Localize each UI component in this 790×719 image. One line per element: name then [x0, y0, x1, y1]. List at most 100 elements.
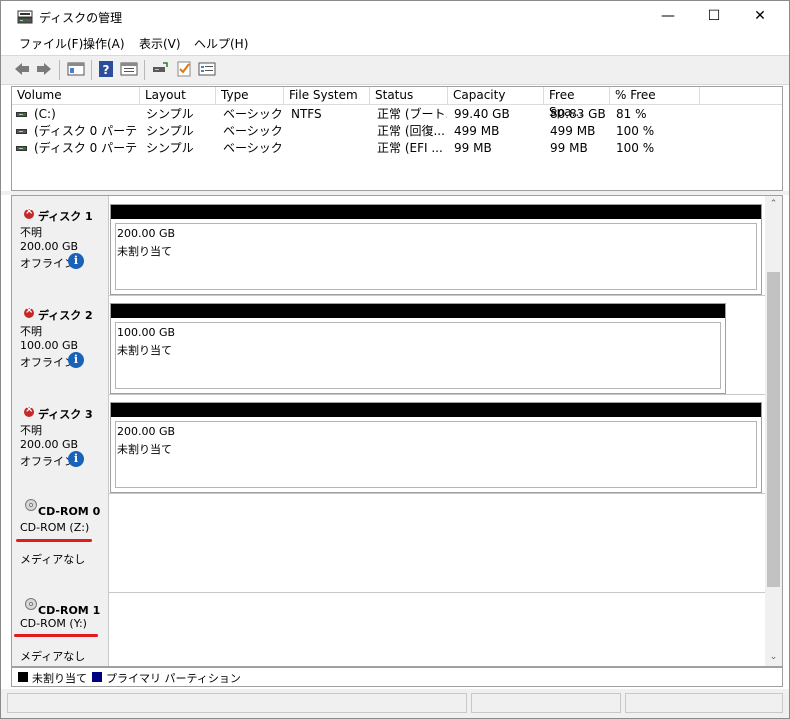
- menu-bar: ファイル(F) 操作(A) 表示(V) ヘルプ(H): [1, 33, 789, 53]
- volume-percent-free: 100 %: [616, 141, 655, 155]
- disk-row[interactable]: ディスク 3 不明 200.00 GB オフライン i 200.00 GB 未割…: [12, 394, 765, 494]
- cdrom-row[interactable]: CD-ROM 1 CD-ROM (Y:) メディアなし: [12, 592, 765, 666]
- column-header-free-space[interactable]: Free Spa...: [544, 87, 610, 119]
- volume-file-system: NTFS: [291, 107, 322, 121]
- cdrom-row[interactable]: CD-ROM 0 CD-ROM (Z:) メディアなし: [12, 493, 765, 593]
- unallocated-partition[interactable]: 200.00 GB 未割り当て: [110, 204, 762, 295]
- info-icon[interactable]: i: [68, 352, 84, 368]
- volume-name: (ディスク 0 パーティシ...: [34, 124, 138, 138]
- disk-type: 不明: [20, 325, 42, 338]
- title-bar[interactable]: ディスクの管理 — ☐ ✕: [1, 1, 789, 33]
- disk-name: ディスク 3: [38, 408, 93, 421]
- minimize-button[interactable]: —: [645, 1, 691, 33]
- cdrom-label-panel[interactable]: CD-ROM 1 CD-ROM (Y:) メディアなし: [12, 592, 109, 666]
- partition-type: 未割り当て: [117, 245, 172, 258]
- disk-state: オフライン: [20, 356, 75, 369]
- disk-label-panel[interactable]: ディスク 2 不明 100.00 GB オフライン i: [12, 295, 109, 394]
- volume-status: 正常 (ブート...: [377, 107, 447, 121]
- red-underline-annotation: [14, 634, 98, 637]
- cd-rom-icon: [25, 598, 37, 610]
- partition-size: 200.00 GB: [117, 227, 176, 240]
- menu-help[interactable]: ヘルプ(H): [194, 35, 248, 52]
- cdrom-label-panel[interactable]: CD-ROM 0 CD-ROM (Z:) メディアなし: [12, 493, 109, 592]
- legend-swatch-primary: [92, 672, 102, 682]
- partition-color-bar: [111, 205, 761, 219]
- info-icon[interactable]: i: [68, 451, 84, 467]
- toolbar-separator: [91, 60, 92, 80]
- volume-type: ベーシック: [223, 124, 283, 138]
- back-arrow-icon[interactable]: [13, 60, 31, 78]
- partition-size: 200.00 GB: [117, 425, 176, 438]
- column-header-type[interactable]: Type: [216, 87, 284, 104]
- disk-management-window: ディスクの管理 — ☐ ✕ ファイル(F) 操作(A) 表示(V) ヘルプ(H)…: [0, 0, 790, 719]
- column-header-file-system[interactable]: File System: [284, 87, 370, 104]
- column-header-percent-free[interactable]: % Free: [610, 87, 700, 104]
- maximize-button[interactable]: ☐: [691, 1, 737, 33]
- disk-row[interactable]: ディスク 1 不明 200.00 GB オフライン i 200.00 GB 未割…: [12, 196, 765, 296]
- cdrom-drive-letter: CD-ROM (Y:): [20, 617, 87, 630]
- menu-file[interactable]: ファイル(F): [19, 35, 83, 52]
- status-pane-2: [471, 693, 621, 713]
- cd-rom-icon: [25, 499, 37, 511]
- column-header-volume[interactable]: Volume: [12, 87, 140, 104]
- volume-type: ベーシック: [223, 107, 283, 121]
- cdrom-name: CD-ROM 1: [38, 604, 101, 617]
- volume-layout: シンプル: [146, 141, 194, 155]
- unallocated-partition[interactable]: 200.00 GB 未割り当て: [110, 402, 762, 493]
- unallocated-partition[interactable]: 100.00 GB 未割り当て: [110, 303, 726, 394]
- cdrom-drive-letter: CD-ROM (Z:): [20, 521, 90, 534]
- menu-view[interactable]: 表示(V): [139, 35, 181, 52]
- status-bar: [1, 689, 789, 718]
- disk-row[interactable]: ディスク 2 不明 100.00 GB オフライン i 100.00 GB 未割…: [12, 295, 765, 395]
- partition-frame: [115, 322, 721, 389]
- disk-management-app-icon: [17, 10, 33, 24]
- check-icon[interactable]: [175, 60, 193, 78]
- list-icon[interactable]: [198, 60, 216, 78]
- volume-layout: シンプル: [146, 124, 194, 138]
- volume-type: ベーシック: [223, 141, 283, 155]
- volume-status: 正常 (回復...: [377, 124, 445, 138]
- menu-action[interactable]: 操作(A): [83, 35, 125, 52]
- disk-size: 100.00 GB: [20, 339, 79, 352]
- info-icon[interactable]: i: [68, 253, 84, 269]
- forward-arrow-icon[interactable]: [35, 60, 53, 78]
- legend-swatch-unallocated: [18, 672, 28, 682]
- scroll-down-icon[interactable]: ⌄: [765, 649, 782, 666]
- disk-state: オフライン: [20, 455, 75, 468]
- column-header-layout[interactable]: Layout: [140, 87, 216, 104]
- connect-icon[interactable]: [151, 60, 169, 78]
- console-tree-icon[interactable]: [67, 60, 85, 78]
- volume-layout: シンプル: [146, 107, 194, 121]
- scrollbar-thumb[interactable]: [767, 272, 780, 587]
- close-button[interactable]: ✕: [737, 1, 783, 33]
- partition-color-bar: [111, 403, 761, 417]
- volume-list-header: Volume Layout Type File System Status Ca…: [12, 87, 782, 119]
- status-pane-3: [625, 693, 783, 713]
- volume-row[interactable]: (C:) シンプル ベーシック NTFS 正常 (ブート... 99.40 GB…: [12, 106, 782, 123]
- column-header-status[interactable]: Status: [370, 87, 448, 104]
- disk-name: ディスク 1: [38, 210, 93, 223]
- scroll-up-icon[interactable]: ⌃: [765, 196, 782, 213]
- window-title: ディスクの管理: [39, 11, 123, 25]
- volume-free-space: 499 MB: [550, 124, 596, 138]
- volume-icon: [16, 129, 27, 134]
- disk-size: 200.00 GB: [20, 438, 79, 451]
- cdrom-name: CD-ROM 0: [38, 505, 101, 518]
- volume-row[interactable]: (ディスク 0 パーティシ... シンプル ベーシック 正常 (EFI ... …: [12, 140, 782, 157]
- legend-bar: 未割り当て プライマリ パーティション: [11, 667, 783, 687]
- disk-graphical-view: ディスク 1 不明 200.00 GB オフライン i 200.00 GB 未割…: [11, 195, 783, 667]
- volume-name: (C:): [34, 107, 56, 121]
- disk-label-panel[interactable]: ディスク 3 不明 200.00 GB オフライン i: [12, 394, 109, 493]
- disk-view-scrollbar[interactable]: ⌃ ⌄: [765, 196, 782, 666]
- volume-row[interactable]: (ディスク 0 パーティシ... シンプル ベーシック 正常 (回復... 49…: [12, 123, 782, 140]
- disk-label-panel[interactable]: ディスク 1 不明 200.00 GB オフライン i: [12, 196, 109, 295]
- properties-icon[interactable]: [120, 60, 138, 78]
- legend-label-primary: プライマリ パーティション: [106, 672, 241, 685]
- volume-capacity: 499 MB: [454, 124, 500, 138]
- offline-disk-icon: [24, 206, 34, 219]
- toolbar: ?: [1, 55, 789, 85]
- help-icon[interactable]: ?: [97, 60, 115, 78]
- column-header-capacity[interactable]: Capacity: [448, 87, 544, 104]
- volume-icon: [16, 146, 27, 151]
- volume-icon: [16, 112, 27, 117]
